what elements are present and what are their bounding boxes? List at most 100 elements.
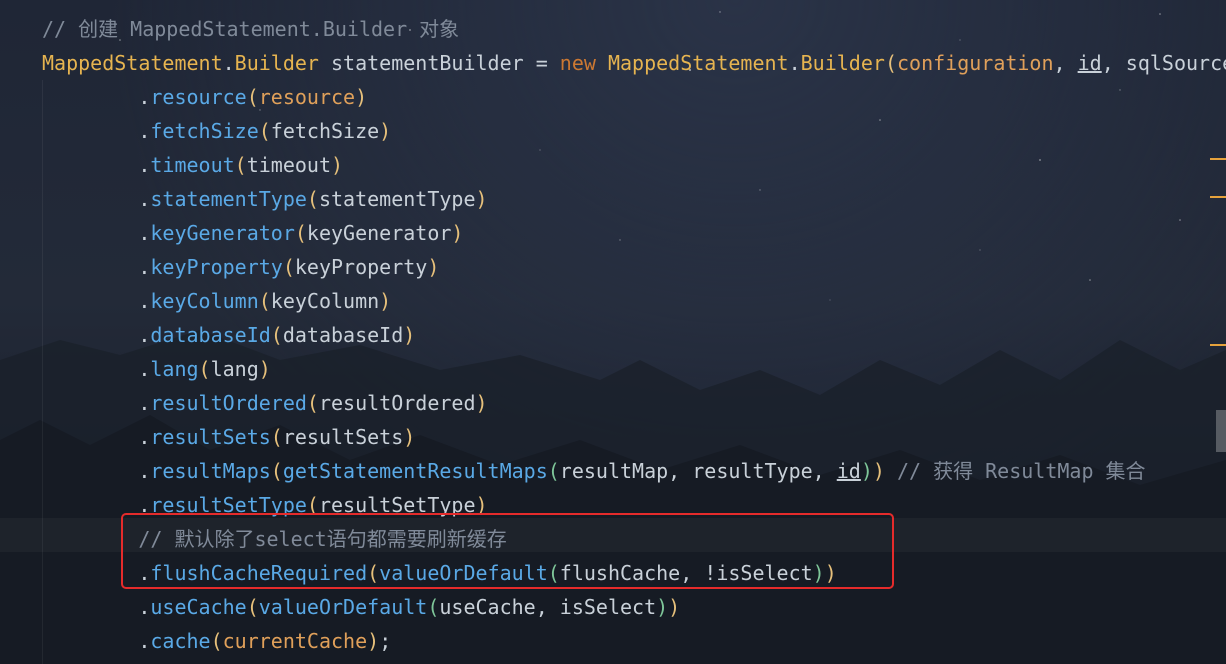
code-token: resultOrdered [318, 391, 476, 415]
code-token: ( [234, 153, 247, 177]
code-token: keyColumn [150, 289, 259, 313]
code-token: ( [282, 255, 295, 279]
code-line[interactable]: // 创建 MappedStatement.Builder 对象 [42, 12, 459, 46]
code-token: . [42, 153, 151, 177]
code-token: ( [258, 119, 271, 143]
code-token: , [1053, 51, 1078, 75]
code-token: . [42, 629, 151, 653]
code-token: ) [379, 119, 392, 143]
code-token: // 创建 MappedStatement.Builder 对象 [42, 17, 460, 41]
code-token: . [42, 459, 151, 483]
code-token: statementBuilder = [318, 51, 560, 75]
code-token: Builder [800, 51, 885, 75]
code-token: fetchSize [270, 119, 380, 143]
code-line[interactable]: .resultMaps(getStatementResultMaps(resul… [42, 454, 1146, 488]
code-token: . [42, 595, 151, 619]
code-token: ( [547, 459, 560, 483]
code-token: MappedStatement [607, 51, 789, 75]
code-token: statementType [318, 187, 476, 211]
scrollbar-marker[interactable] [1210, 158, 1226, 160]
code-token: keyProperty [294, 255, 428, 279]
code-token: . [42, 85, 151, 109]
code-token: ( [246, 85, 259, 109]
code-token: ( [306, 391, 319, 415]
code-token: configuration [896, 51, 1054, 75]
code-token: ( [270, 425, 283, 449]
code-line[interactable]: MappedStatement.Builder statementBuilder… [42, 46, 1226, 80]
code-token: ( [427, 595, 440, 619]
code-token: keyGenerator [306, 221, 452, 245]
code-token: getStatementResultMaps [282, 459, 548, 483]
code-line[interactable]: .useCache(valueOrDefault(useCache, isSel… [42, 590, 680, 624]
code-token: resource [258, 85, 356, 109]
code-token: ( [246, 595, 259, 619]
code-line[interactable]: .statementType(statementType) [42, 182, 487, 216]
code-line[interactable]: .cache(currentCache); [42, 624, 391, 658]
code-token: ) [367, 629, 380, 653]
code-token: ) [258, 357, 271, 381]
code-token: . [788, 51, 801, 75]
code-token: . [42, 323, 151, 347]
code-token: ; [379, 629, 392, 653]
code-line[interactable]: .lang(lang) [42, 352, 271, 386]
code-token: resultMap, resultType, [559, 459, 837, 483]
code-token: timeout [150, 153, 235, 177]
code-token: useCache, isSelect [439, 595, 657, 619]
code-line[interactable]: .databaseId(databaseId) [42, 318, 415, 352]
scrollbar-thumb[interactable] [1216, 410, 1226, 452]
code-token: keyProperty [150, 255, 283, 279]
code-token: ) [427, 255, 440, 279]
code-token: cache [150, 629, 211, 653]
scrollbar-marker[interactable] [1210, 196, 1226, 198]
code-token: fetchSize [150, 119, 259, 143]
code-token: . [42, 391, 151, 415]
code-token: timeout [246, 153, 332, 177]
code-token: ( [270, 459, 283, 483]
code-token: resultSets [150, 425, 271, 449]
code-token: ) [355, 85, 368, 109]
code-token: currentCache [222, 629, 368, 653]
code-token: resultSets [282, 425, 404, 449]
code-token: ) [403, 323, 416, 347]
code-token: . [42, 357, 151, 381]
code-token: id [1077, 51, 1102, 75]
code-line[interactable]: .fetchSize(fetchSize) [42, 114, 391, 148]
code-token: ( [306, 187, 319, 211]
code-token: MappedStatement [42, 51, 223, 75]
code-token: resultMaps [150, 459, 271, 483]
code-token: . [42, 289, 151, 313]
code-token: ) [451, 221, 464, 245]
code-token: id [836, 459, 861, 483]
code-token: // 获得 ResultMap 集合 [884, 459, 1146, 483]
code-line[interactable]: .keyGenerator(keyGenerator) [42, 216, 463, 250]
code-token: ) [331, 153, 344, 177]
code-token: . [42, 425, 151, 449]
code-token: . [222, 51, 235, 75]
code-token: ) [872, 459, 885, 483]
code-token: lang [210, 357, 259, 381]
code-token: . [42, 255, 151, 279]
code-line[interactable]: .resultOrdered(resultOrdered) [42, 386, 488, 420]
code-token: ) [668, 595, 681, 619]
code-token: ( [210, 629, 223, 653]
scrollbar-marker[interactable] [1210, 344, 1226, 346]
code-token: ) [403, 425, 416, 449]
code-token: , sqlSource [1101, 51, 1226, 75]
code-line[interactable]: .keyProperty(keyProperty) [42, 250, 439, 284]
code-token: ) [860, 459, 873, 483]
code-line[interactable]: .timeout(timeout) [42, 148, 343, 182]
code-token: databaseId [282, 323, 404, 347]
code-token: . [42, 221, 151, 245]
code-line[interactable]: .keyColumn(keyColumn) [42, 284, 391, 318]
code-token: statementType [150, 187, 307, 211]
code-token: . [42, 119, 151, 143]
code-token: Builder [234, 51, 319, 75]
code-token: resource [150, 85, 247, 109]
code-token: valueOrDefault [258, 595, 428, 619]
code-editor[interactable]: // 创建 MappedStatement.Builder 对象 MappedSt… [0, 0, 1226, 664]
code-token: ( [258, 289, 271, 313]
code-line[interactable]: .resource(resource) [42, 80, 367, 114]
code-line[interactable]: .resultSets(resultSets) [42, 420, 415, 454]
code-token: ) [475, 391, 488, 415]
